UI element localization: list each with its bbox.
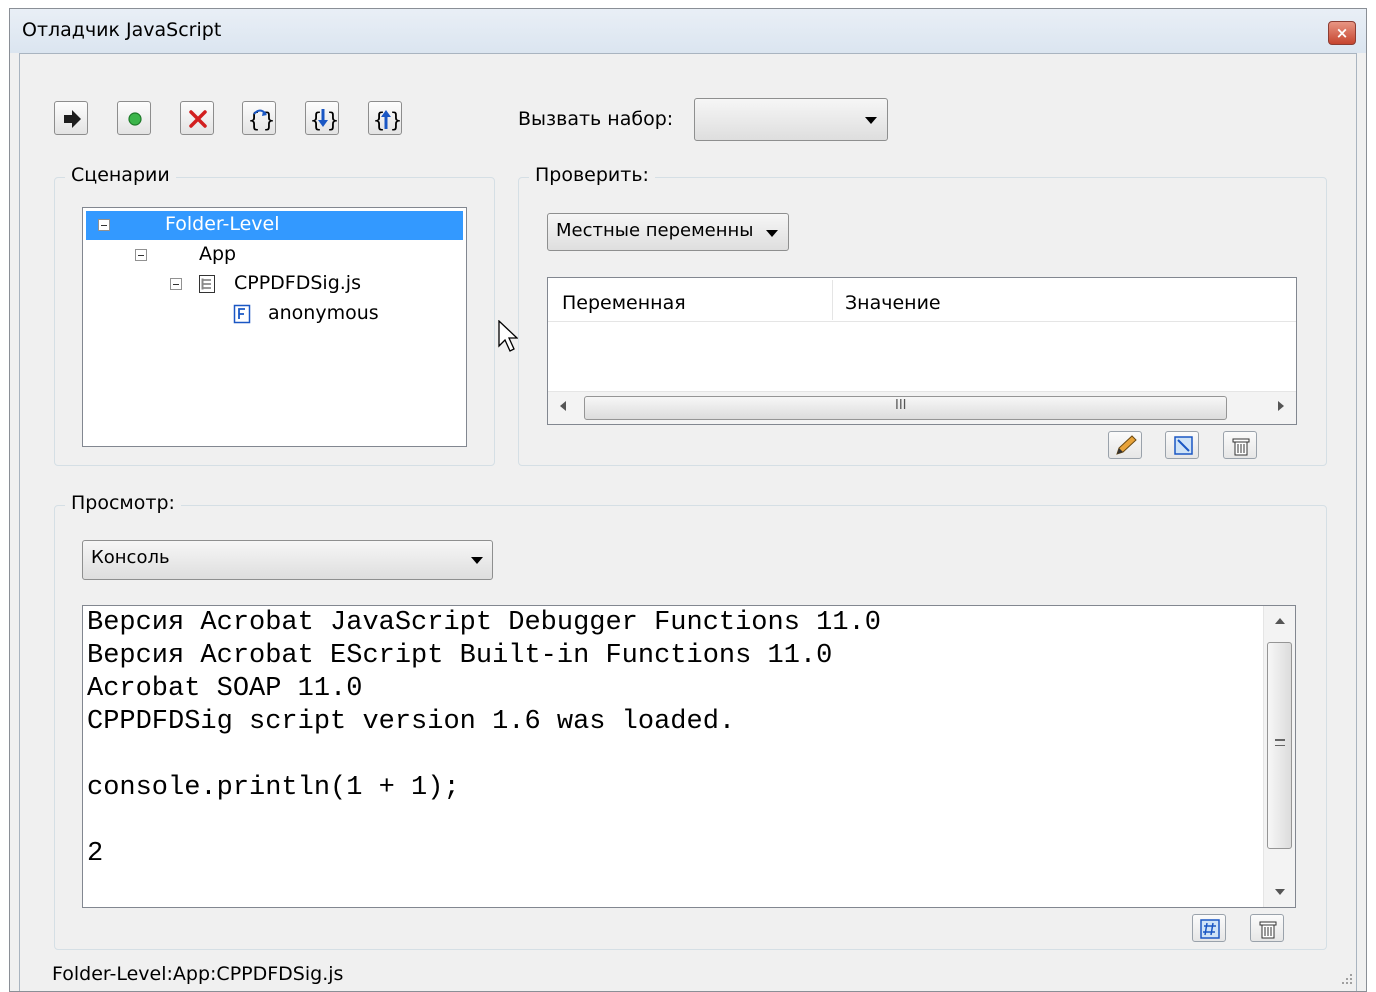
console-line: Версия Acrobat JavaScript Debugger Funct…: [87, 608, 881, 638]
resume-button[interactable]: [54, 101, 88, 135]
script-file-icon: [199, 275, 215, 293]
svg-text:}: }: [327, 108, 339, 132]
arrow-right-icon: [64, 110, 81, 128]
console-output[interactable]: Версия Acrobat JavaScript Debugger Funct…: [82, 605, 1296, 908]
inspect-group-label: Проверить:: [529, 164, 655, 186]
step-over-button[interactable]: {}: [242, 101, 276, 135]
scroll-right-icon[interactable]: [1278, 401, 1284, 411]
inspect-dropdown-value: Местные переменные: [556, 220, 752, 241]
column-header-variable[interactable]: Переменная: [562, 292, 686, 314]
chevron-down-icon: [865, 117, 877, 124]
hash-icon: [1200, 919, 1220, 939]
chevron-down-icon: [471, 557, 483, 564]
resize-grip-icon[interactable]: [1338, 970, 1354, 986]
title-bar[interactable]: Отладчик JavaScript ×: [10, 9, 1366, 53]
console-line: Acrobat SOAP 11.0: [87, 674, 363, 704]
tree-item-cppdfdsig[interactable]: CPPDFDSig.js: [234, 272, 361, 294]
collapse-icon[interactable]: [98, 219, 110, 231]
scripts-group: Сценарии Folder-Level App CPPDFDSig.js a…: [54, 164, 495, 466]
green-dot-icon: [128, 112, 142, 126]
variables-table[interactable]: Переменная Значение III: [547, 277, 1297, 425]
step-into-button[interactable]: {}: [305, 101, 339, 135]
step-into-icon: {}: [310, 108, 339, 132]
status-path: Folder-Level:App:CPPDFDSig.js: [52, 963, 344, 985]
scroll-thumb[interactable]: [1267, 642, 1292, 849]
quit-button[interactable]: [180, 101, 214, 135]
view-dropdown-value: Консоль: [91, 547, 170, 568]
window-title: Отладчик JavaScript: [22, 19, 222, 41]
column-divider[interactable]: [832, 280, 833, 320]
red-x-icon: [189, 110, 207, 128]
scroll-grip: [1275, 745, 1285, 746]
console-line: 2: [87, 839, 104, 869]
step-out-icon: {}: [373, 108, 402, 132]
toggle-line-numbers-button[interactable]: [1192, 914, 1226, 942]
svg-text:}: }: [390, 108, 402, 132]
trash-icon: [1259, 921, 1277, 939]
mouse-cursor-icon: [498, 320, 519, 352]
delete-variable-button[interactable]: [1223, 431, 1257, 459]
call-stack-dropdown[interactable]: [694, 98, 888, 141]
view-group-label: Просмотр:: [65, 492, 181, 514]
vertical-scrollbar[interactable]: [1263, 606, 1295, 907]
window-client-area: {} {} {} Вызвать набор: Сценарии Folder-…: [19, 53, 1357, 991]
function-icon: [233, 304, 251, 324]
scroll-grip: III: [895, 398, 907, 413]
watch-icon: [1174, 436, 1193, 455]
column-header-value[interactable]: Значение: [845, 292, 941, 314]
horizontal-scrollbar[interactable]: III: [548, 391, 1296, 424]
view-group: Просмотр: Консоль Версия Acrobat JavaScr…: [54, 492, 1327, 950]
scroll-grip: [1275, 739, 1285, 741]
console-line: Версия Acrobat EScript Built-in Function…: [87, 641, 833, 671]
step-over-icon: {}: [248, 108, 275, 132]
tree-item-app[interactable]: App: [199, 243, 236, 265]
tree-item-folder-level[interactable]: Folder-Level: [165, 213, 280, 235]
chevron-down-icon: [766, 230, 778, 237]
inspect-dropdown[interactable]: Местные переменные: [547, 213, 789, 251]
clear-console-button[interactable]: [1250, 914, 1284, 942]
view-dropdown[interactable]: Консоль: [82, 540, 493, 580]
console-line: console.println(1 + 1);: [87, 773, 460, 803]
console-line: CPPDFDSig script version 1.6 was loaded.: [87, 707, 736, 737]
tree-item-anonymous[interactable]: anonymous: [268, 302, 379, 324]
call-stack-label: Вызвать набор:: [518, 108, 674, 130]
collapse-icon[interactable]: [135, 249, 147, 261]
scripts-tree[interactable]: Folder-Level App CPPDFDSig.js anonymous: [82, 207, 467, 447]
collapse-icon[interactable]: [170, 278, 182, 290]
trash-icon: [1232, 438, 1250, 456]
interrupt-button[interactable]: [117, 101, 151, 135]
watch-button[interactable]: [1165, 431, 1199, 459]
scripts-group-label: Сценарии: [65, 164, 176, 186]
scroll-up-icon[interactable]: [1275, 618, 1285, 624]
scroll-down-icon[interactable]: [1275, 889, 1285, 895]
pencil-icon: [1116, 435, 1137, 455]
scroll-thumb[interactable]: III: [584, 396, 1227, 420]
step-out-button[interactable]: {}: [368, 101, 402, 135]
edit-variable-button[interactable]: [1108, 431, 1142, 459]
inspect-group: Проверить: Местные переменные Переменная…: [518, 164, 1327, 466]
close-button[interactable]: ×: [1328, 21, 1356, 45]
svg-text:{: {: [373, 108, 385, 132]
scroll-left-icon[interactable]: [560, 401, 566, 411]
debugger-window: Отладчик JavaScript × {} {} {} Вызвать н…: [9, 8, 1367, 992]
